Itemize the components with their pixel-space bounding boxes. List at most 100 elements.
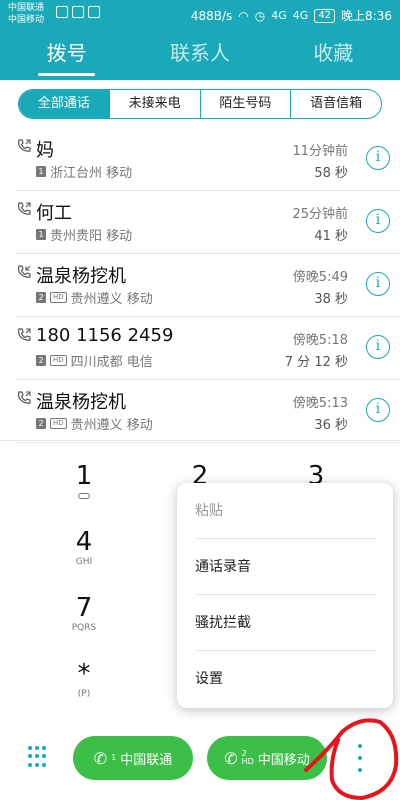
- sim-badge: 1: [36, 166, 46, 177]
- key-7[interactable]: 7 PQRS: [44, 593, 124, 633]
- caller-name: 何工: [36, 203, 72, 224]
- carrier-2: 中国移动: [8, 15, 45, 25]
- key-star[interactable]: * (P): [44, 659, 124, 699]
- status-bar: 中国联通 中国移动 488B/s ◠ ◷ 4G 4G 42 晚上8:36: [0, 0, 400, 30]
- hd-badge: HD: [50, 355, 67, 366]
- clock: 晚上8:36: [341, 9, 392, 23]
- key-4[interactable]: 4 GHI: [44, 527, 124, 567]
- filter-unknown-numbers[interactable]: 陌生号码: [201, 90, 292, 118]
- call-button-label: 中国联通: [120, 752, 173, 768]
- menu-item-harassment-block[interactable]: 骚扰拦截: [195, 595, 377, 651]
- caller-name: 温泉杨挖机: [36, 392, 126, 413]
- call-subinfo: 1 浙江台州 移动: [36, 162, 132, 181]
- outgoing-call-icon: [18, 391, 31, 404]
- hd-label: HD: [241, 757, 254, 766]
- notification-icon: [88, 6, 100, 18]
- outgoing-call-icon: [18, 328, 31, 341]
- info-icon[interactable]: i: [366, 272, 390, 296]
- voicemail-icon: [78, 493, 90, 499]
- carrier-1: 中国联通: [8, 3, 45, 13]
- caller-location: 浙江台州 移动: [50, 166, 133, 181]
- battery-icon: 42: [314, 8, 336, 23]
- call-log-row[interactable]: 温泉杨挖机 2 HD 贵州遵义 移动 傍晚5:49 38 秒 i: [16, 254, 400, 317]
- filter-missed-calls[interactable]: 未接来电: [110, 90, 201, 118]
- key-letters: GHI: [75, 557, 93, 567]
- call-duration: 41 秒: [314, 229, 348, 244]
- notification-icon: [72, 6, 84, 18]
- tab-favorites[interactable]: 收藏: [267, 32, 400, 78]
- sim-badge: 2: [36, 355, 46, 366]
- sim-indicator: 1: [111, 753, 117, 762]
- overflow-menu: 粘贴 通话录音 骚扰拦截 设置: [177, 483, 393, 708]
- alarm-icon: ◷: [254, 8, 266, 23]
- menu-item-settings[interactable]: 设置: [195, 651, 377, 707]
- app-header: 中国联通 中国移动 488B/s ◠ ◷ 4G 4G 42 晚上8:36 拨号 …: [0, 0, 400, 80]
- network-speed: 488B/s: [190, 8, 233, 23]
- key-1[interactable]: 1: [44, 461, 124, 499]
- status-right: 488B/s ◠ ◷ 4G 4G 42 晚上8:36: [191, 7, 392, 24]
- hd-badge: HD: [50, 292, 67, 303]
- more-options-icon[interactable]: [352, 744, 368, 772]
- menu-item-paste[interactable]: 粘贴: [195, 483, 377, 539]
- call-button-label: 中国移动: [257, 752, 310, 768]
- tab-contacts[interactable]: 联系人: [133, 32, 266, 78]
- call-log-list: 妈 1 浙江台州 移动 11分钟前 58 秒 i 何工 1 贵州贵阳 移动 25…: [0, 128, 400, 443]
- call-duration: 58 秒: [314, 166, 348, 181]
- info-icon[interactable]: i: [366, 209, 390, 233]
- info-icon[interactable]: i: [366, 335, 390, 359]
- main-tabs: 拨号 联系人 收藏: [0, 32, 400, 78]
- key-letters: PQRS: [71, 623, 97, 633]
- caller-name: 温泉杨挖机: [36, 266, 126, 287]
- incoming-call-icon: [18, 265, 31, 278]
- tab-dial[interactable]: 拨号: [0, 32, 133, 78]
- call-log-row[interactable]: 180 1156 2459 2 HD 四川成都 电信 傍晚5:18 7 分 12…: [16, 317, 400, 380]
- outgoing-call-icon: [18, 139, 31, 152]
- sim-badge: 2: [36, 292, 46, 303]
- phone-icon: ✆: [224, 748, 238, 768]
- key-digit: 4: [75, 527, 93, 557]
- filter-voicemail[interactable]: 语音信箱: [291, 90, 381, 118]
- caller-location: 贵州遵义 移动: [70, 418, 153, 433]
- outgoing-call-icon: [18, 202, 31, 215]
- call-log-row[interactable]: 温泉杨挖机 2 HD 贵州遵义 移动 傍晚5:13 36 秒 i: [16, 380, 400, 443]
- sim-indicator: 2 HD: [242, 750, 254, 766]
- key-digit: *: [77, 659, 91, 689]
- call-log-row[interactable]: 妈 1 浙江台州 移动 11分钟前 58 秒 i: [16, 128, 400, 191]
- info-icon[interactable]: i: [366, 146, 390, 170]
- call-duration: 38 秒: [314, 292, 348, 307]
- menu-item-call-recording[interactable]: 通话录音: [195, 539, 377, 595]
- call-duration: 36 秒: [314, 418, 348, 433]
- caller-name: 妈: [36, 140, 54, 161]
- bottom-bar: ✆ 1 中国联通 ✆ 2 HD 中国移动: [0, 732, 400, 800]
- sim-badge: 1: [36, 229, 46, 240]
- notification-icons: [56, 6, 100, 18]
- sim-badge: 2: [36, 418, 46, 429]
- caller-location: 四川成都 电信: [70, 355, 153, 370]
- call-button-sim2[interactable]: ✆ 2 HD 中国移动: [207, 736, 327, 780]
- caller-location: 贵州贵阳 移动: [50, 229, 133, 244]
- info-icon[interactable]: i: [366, 398, 390, 422]
- key-letters: (P): [77, 689, 91, 699]
- call-time: 11分钟前: [292, 144, 348, 159]
- signal-2-icon: 4G: [292, 9, 309, 22]
- hd-badge: HD: [50, 418, 67, 429]
- call-time: 傍晚5:18: [292, 333, 348, 348]
- signal-1-icon: 4G: [271, 9, 287, 22]
- phone-icon: ✆: [93, 748, 108, 768]
- call-duration: 7 分 12 秒: [284, 355, 348, 370]
- call-time: 25分钟前: [292, 207, 348, 222]
- call-subinfo: 2 HD 四川成都 电信: [36, 351, 153, 370]
- key-digit: 7: [75, 593, 93, 623]
- call-button-sim1[interactable]: ✆ 1 中国联通: [73, 736, 193, 780]
- call-filter: 全部通话 未接来电 陌生号码 语音信箱: [18, 89, 382, 119]
- call-time: 傍晚5:49: [292, 270, 348, 285]
- dialpad-toggle-icon[interactable]: [28, 746, 50, 768]
- caller-name: 180 1156 2459: [36, 325, 174, 346]
- call-time: 傍晚5:13: [292, 396, 348, 411]
- call-log-row[interactable]: 何工 1 贵州贵阳 移动 25分钟前 41 秒 i: [16, 191, 400, 254]
- caller-location: 贵州遵义 移动: [70, 292, 153, 307]
- carrier-info: 中国联通 中国移动: [8, 2, 44, 26]
- filter-all-calls[interactable]: 全部通话: [19, 90, 110, 118]
- call-subinfo: 2 HD 贵州遵义 移动: [36, 414, 153, 433]
- key-digit: 1: [75, 461, 93, 491]
